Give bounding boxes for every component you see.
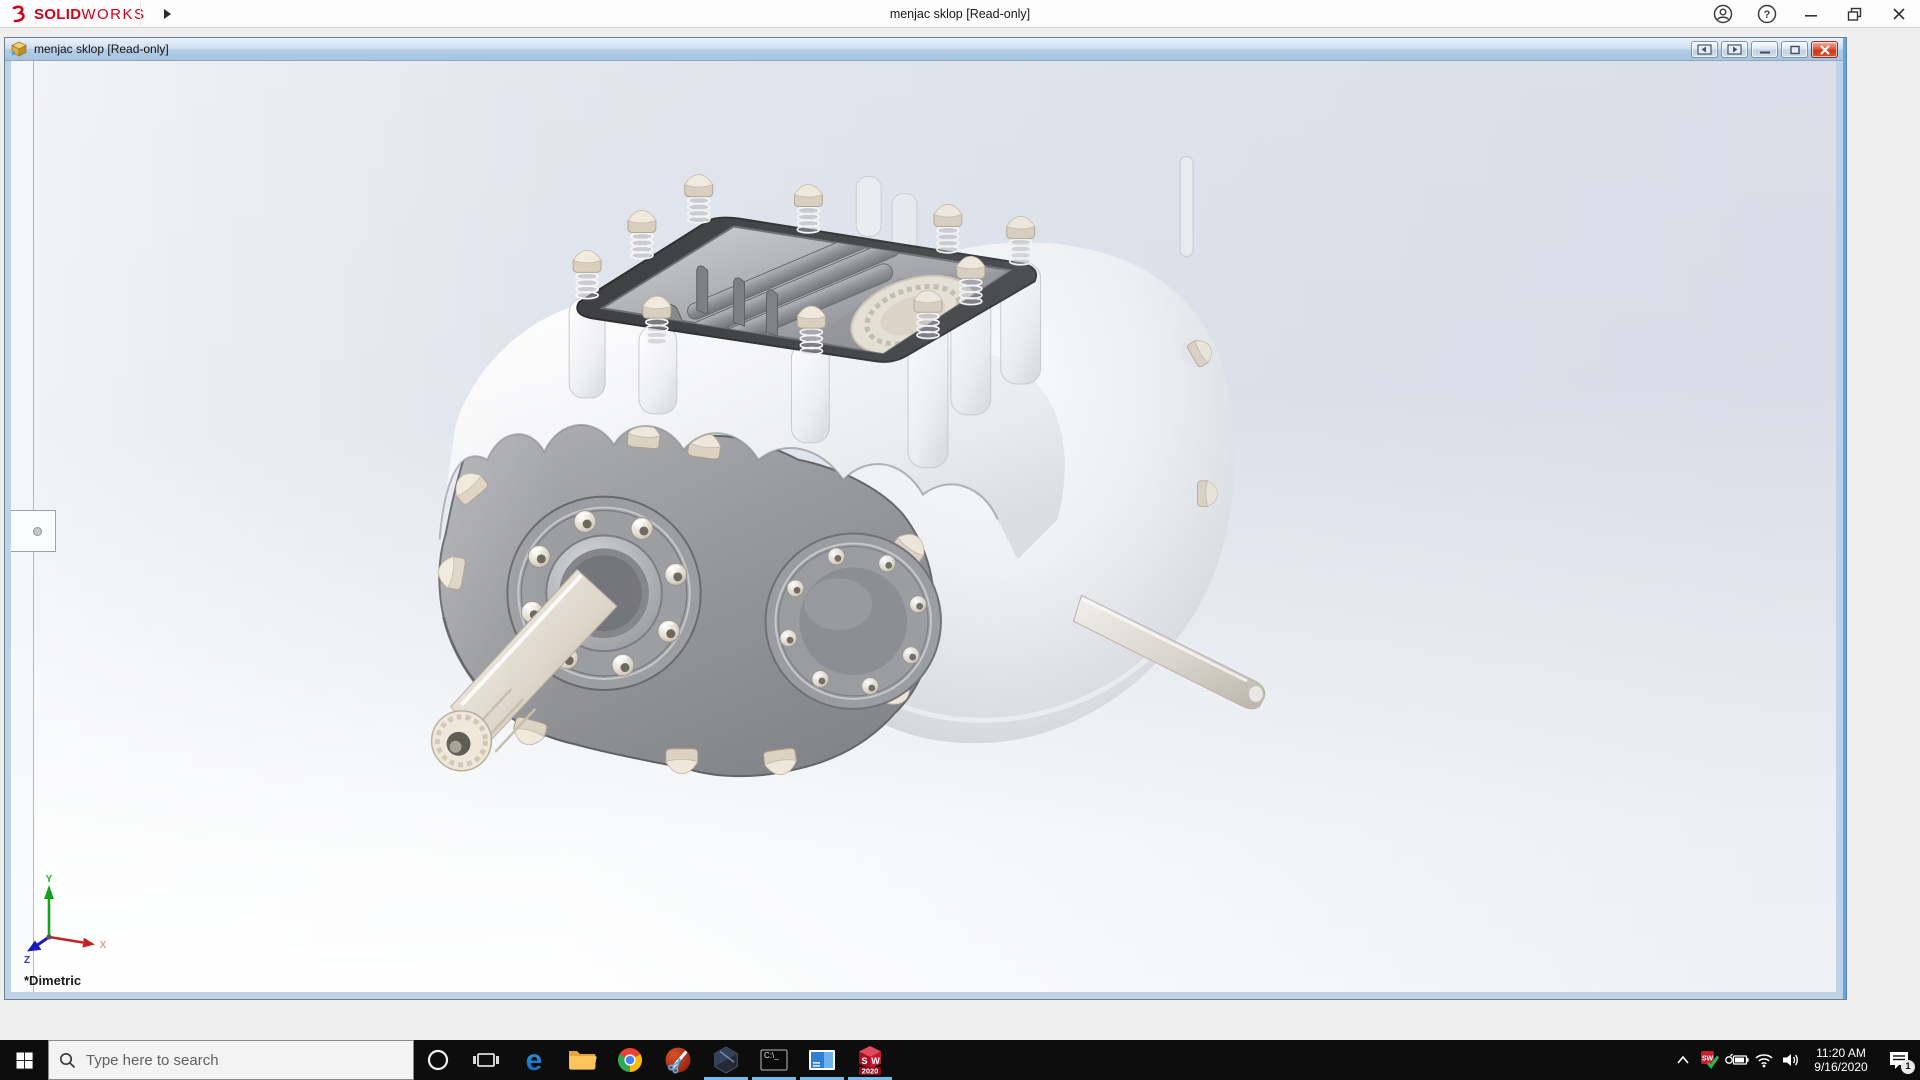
solidworks-check-icon: SW — [1700, 1051, 1719, 1069]
inspection-cover[interactable] — [764, 532, 942, 710]
svg-text:X: X — [100, 940, 107, 951]
svg-text:Z: Z — [24, 955, 30, 966]
window-edge-accent — [1843, 38, 1846, 999]
taskbar-app-task-view[interactable] — [462, 1040, 510, 1080]
doc-restore-icon — [1789, 45, 1800, 54]
document-titlebar[interactable]: menjac sklop [Read-only] — [5, 38, 1846, 61]
svg-text:Y: Y — [46, 874, 53, 885]
taskbar-app-edge[interactable]: e — [510, 1040, 558, 1080]
pane-right-icon — [1727, 44, 1742, 55]
document-window: menjac sklop [Read-only] Y X Z *Dimetric — [4, 37, 1847, 1000]
taskbar-app-solidworks-2020[interactable]: S W 2020 — [846, 1040, 894, 1080]
tray-clock[interactable]: 11:20 AM 9/16/2020 — [1808, 1046, 1874, 1074]
svg-text:e: e — [526, 1045, 543, 1075]
triad-y-arrow[interactable] — [44, 885, 54, 899]
boss-column[interactable] — [855, 176, 882, 237]
search-icon — [59, 1052, 76, 1068]
task-view-icon — [473, 1053, 499, 1067]
account-button[interactable] — [1708, 2, 1738, 26]
windows-logo-icon — [16, 1052, 33, 1069]
cortana-icon — [427, 1049, 449, 1071]
svg-text:W: W — [871, 1056, 880, 1066]
clock-date: 9/16/2020 — [1814, 1060, 1868, 1074]
taskbar-app-screen-capture[interactable] — [654, 1040, 702, 1080]
close-button[interactable] — [1884, 2, 1914, 26]
tray-network[interactable] — [1750, 1040, 1777, 1080]
doc-pane-left-button[interactable] — [1691, 41, 1718, 58]
doc-pane-right-button[interactable] — [1721, 41, 1748, 58]
svg-text:S: S — [861, 1056, 867, 1066]
app-title: menjac sklop [Read-only] — [889, 7, 1031, 21]
minimize-icon — [1805, 15, 1817, 17]
command-prompt-icon: C:\_ — [760, 1049, 788, 1071]
taskbar-app-chrome[interactable] — [606, 1040, 654, 1080]
solidworks-2020-icon: S W 2020 — [859, 1046, 881, 1076]
svg-text:C:\_: C:\_ — [764, 1051, 779, 1060]
battery-icon — [1724, 1053, 1749, 1065]
tray-solidworks-monitor[interactable]: SW — [1696, 1040, 1723, 1080]
action-center-button[interactable]: 1 — [1878, 1040, 1920, 1080]
start-button[interactable] — [0, 1040, 48, 1080]
doc-close-icon — [1819, 44, 1830, 55]
graphics-area[interactable]: Y X Z *Dimetric — [11, 61, 1836, 992]
speaker-icon — [1782, 1054, 1798, 1066]
help-icon: ? — [1757, 4, 1777, 24]
pane-left-icon — [1697, 44, 1712, 55]
svg-text:?: ? — [1764, 9, 1771, 21]
file-explorer-icon — [569, 1051, 597, 1070]
doc-restore-button[interactable] — [1781, 41, 1808, 58]
help-button[interactable]: ? — [1752, 2, 1782, 26]
user-icon — [1713, 4, 1733, 24]
stud-rod[interactable] — [1179, 156, 1194, 257]
doc-minimize-button[interactable] — [1751, 41, 1778, 58]
svg-text:SW: SW — [1701, 1056, 1713, 1063]
featuremanager-expand-tab[interactable] — [11, 510, 56, 552]
assembly-document-icon — [11, 41, 27, 57]
taskbar-search[interactable] — [48, 1040, 414, 1080]
taskbar-app-command-prompt[interactable]: C:\_ — [750, 1040, 798, 1080]
screen-capture-icon — [665, 1047, 691, 1074]
show-hidden-icons-button[interactable] — [1669, 1040, 1696, 1080]
edge-icon: e — [526, 1045, 543, 1075]
doc-close-button[interactable] — [1811, 41, 1838, 58]
taskbar-app-cad-viewer[interactable] — [702, 1040, 750, 1080]
clock-time: 11:20 AM — [1816, 1046, 1866, 1060]
notification-badge: 1 — [1901, 1060, 1915, 1074]
view-orientation-label: *Dimetric — [24, 973, 82, 988]
app-titlebar: SOLIDWORKS menjac sklop [Read-only] ? — [0, 0, 1920, 28]
restore-button[interactable] — [1840, 2, 1870, 26]
taskbar-app-cortana[interactable] — [414, 1040, 462, 1080]
tray-power[interactable] — [1723, 1040, 1750, 1080]
gearbox-model[interactable] — [11, 61, 1836, 992]
taskbar-app-media-player[interactable] — [798, 1040, 846, 1080]
restore-icon — [1847, 7, 1862, 21]
chevron-up-icon — [1676, 1055, 1689, 1064]
document-title: menjac sklop [Read-only] — [34, 42, 169, 56]
svg-text:2020: 2020 — [862, 1067, 879, 1076]
wifi-icon — [1754, 1054, 1773, 1068]
splitter-handle-icon — [33, 527, 42, 536]
chrome-icon — [618, 1048, 642, 1072]
media-player-icon — [809, 1050, 835, 1070]
taskbar: e — [0, 1040, 1920, 1080]
triad-x-arrow[interactable] — [82, 937, 95, 948]
minimize-button[interactable] — [1796, 2, 1826, 26]
doc-minimize-icon — [1759, 51, 1770, 53]
close-icon — [1893, 8, 1905, 20]
orientation-triad[interactable]: Y X Z — [19, 873, 129, 968]
tray-volume[interactable] — [1777, 1040, 1804, 1080]
taskbar-app-file-explorer[interactable] — [558, 1040, 606, 1080]
search-input[interactable] — [86, 1051, 376, 1069]
hexagon-app-icon — [714, 1046, 738, 1074]
